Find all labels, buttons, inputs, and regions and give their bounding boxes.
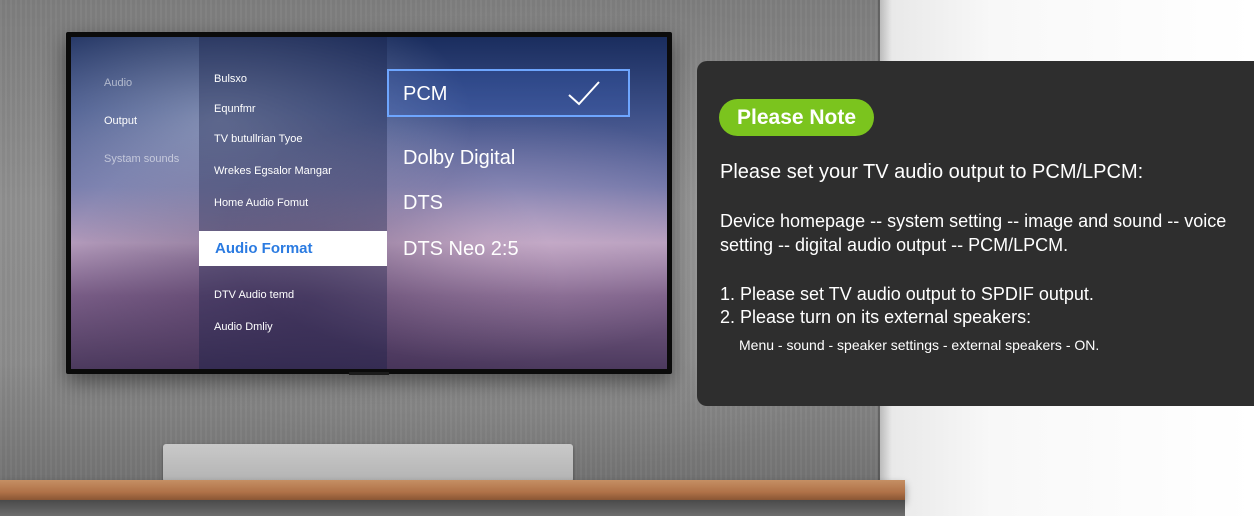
setting-item[interactable]: Equnfmr xyxy=(214,103,256,115)
setting-item-selected[interactable]: Audio Format xyxy=(199,231,387,266)
wooden-shelf xyxy=(0,480,905,500)
setting-item[interactable]: TV butullrian Tyoe xyxy=(214,133,302,145)
note-badge: Please Note xyxy=(719,99,875,136)
tv-bottom-sensor xyxy=(349,372,389,375)
note-path: Device homepage -- system setting -- ima… xyxy=(720,211,1227,255)
option-item[interactable]: DTS Neo 2:5 xyxy=(403,238,519,261)
option-item[interactable]: Dolby Digital xyxy=(403,147,515,170)
options-column: PCM Dolby Digital DTS DTS Neo 2:5 xyxy=(387,37,667,369)
setting-item[interactable]: Home Audio Fomut xyxy=(214,197,308,209)
category-column: Audio Output Systam sounds xyxy=(104,77,184,191)
soundbar xyxy=(163,444,573,482)
note-steps: 1. Please set TV audio output to SPDIF o… xyxy=(720,283,1240,329)
note-headline: Please set your TV audio output to PCM/L… xyxy=(720,161,1144,183)
shelf-shadow xyxy=(0,500,905,516)
setting-item[interactable]: DTV Audio temd xyxy=(214,289,294,301)
setting-item[interactable]: Bulsxo xyxy=(214,73,247,85)
setting-selected-label: Audio Format xyxy=(215,240,313,257)
checkmark-icon xyxy=(568,81,600,106)
category-output[interactable]: Output xyxy=(104,115,184,127)
note-step-1: 1. Please set TV audio output to SPDIF o… xyxy=(720,284,1094,304)
option-item[interactable]: DTS xyxy=(403,192,443,215)
scene: Audio Output Systam sounds Bulsxo Equnfm… xyxy=(0,0,1254,516)
setting-item[interactable]: Audio Dmliy xyxy=(214,321,273,333)
tv-frame: Audio Output Systam sounds Bulsxo Equnfm… xyxy=(66,32,672,375)
option-label: PCM xyxy=(403,83,448,105)
tv-screen: Audio Output Systam sounds Bulsxo Equnfm… xyxy=(71,37,667,369)
setting-item[interactable]: Wrekes Egsalor Mangar xyxy=(214,165,332,177)
category-system-sounds[interactable]: Systam sounds xyxy=(104,153,184,165)
category-audio[interactable]: Audio xyxy=(104,77,184,89)
option-pcm-selected[interactable]: PCM xyxy=(387,69,630,117)
settings-column: Bulsxo Equnfmr TV butullrian Tyoe Wrekes… xyxy=(199,37,387,369)
note-step-2-detail: Menu - sound - speaker settings - extern… xyxy=(739,337,1100,353)
note-step-2: 2. Please turn on its external speakers: xyxy=(720,307,1032,327)
note-panel: Please Note Please set your TV audio out… xyxy=(697,61,1254,406)
